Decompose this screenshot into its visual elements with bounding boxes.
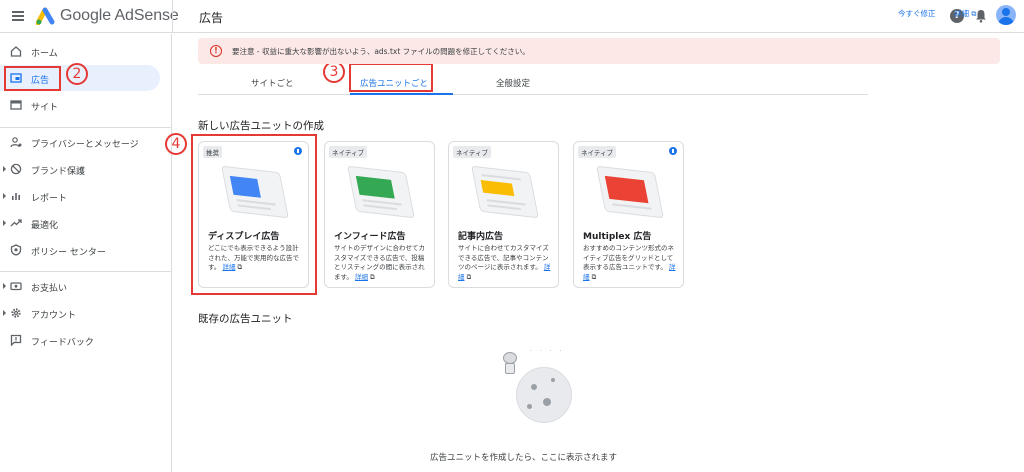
card-description: どこにでも表示できるよう設計された、万能で実用的な広告です。 詳細 ⧉ — [208, 244, 299, 271]
feedback-icon — [10, 334, 22, 346]
page-title: 広告 — [199, 11, 224, 25]
in-article-ad-illustration — [463, 164, 547, 222]
sidebar-item-feedback[interactable]: フィードバック — [0, 327, 160, 353]
sidebar-item-brand-safety[interactable]: ブランド保護 — [0, 156, 160, 182]
sidebar-item-label: ブランド保護 — [31, 167, 86, 177]
fix-now-link[interactable]: 今すぐ修正 — [898, 8, 936, 19]
account-avatar[interactable] — [996, 5, 1016, 25]
display-ad-card[interactable]: 推奨 ディスプレイ広告 どこにでも表示できるよう設計された、万能で実用的な広告で… — [198, 141, 309, 288]
sidebar-item-reports[interactable]: レポート — [0, 183, 160, 209]
expand-arrow-icon[interactable] — [3, 166, 6, 172]
learn-more-link[interactable]: 詳細 — [355, 273, 368, 281]
sidebar-item-privacy[interactable]: プライバシーとメッセージ — [0, 129, 160, 155]
card-tag: ネイティブ — [329, 146, 367, 158]
sidebar-item-label: ホーム — [31, 49, 58, 59]
card-title: ディスプレイ広告 — [208, 232, 280, 242]
sidebar-item-label: フィードバック — [31, 338, 94, 348]
trending-up-icon — [10, 219, 22, 227]
open-in-new-icon: ⧉ — [237, 263, 243, 271]
in-feed-ad-illustration — [339, 164, 423, 222]
display-ad-illustration — [213, 164, 297, 222]
card-tag: ネイティブ — [578, 146, 616, 158]
annotation-step-2: 2 — [66, 62, 88, 85]
tab-bar — [198, 69, 868, 95]
existing-ad-units-heading: 既存の広告ユニット — [198, 313, 293, 325]
annotation-step-4: 4 — [165, 132, 187, 155]
adsense-logo-icon[interactable] — [36, 7, 56, 25]
sidebar-item-label: レポート — [31, 194, 68, 204]
menu-icon[interactable] — [12, 11, 24, 21]
sidebar: ホーム 広告 サイト プライバシーとメッセージ ブランド保護 レポート 最適化 … — [0, 34, 172, 472]
annotation-highlight-ads — [4, 66, 61, 91]
sites-icon — [10, 100, 22, 110]
expand-arrow-icon[interactable] — [3, 193, 6, 199]
privacy-icon — [10, 137, 22, 148]
sidebar-item-label: お支払い — [31, 284, 68, 294]
active-tab-indicator — [350, 93, 453, 95]
card-title: 記事内広告 — [458, 232, 504, 242]
in-article-ad-card[interactable]: ネイティブ 記事内広告 サイトに合わせてカスタマイズできる広告で、記事やコンテン… — [448, 141, 559, 288]
sidebar-item-sites[interactable]: サイト — [0, 92, 160, 118]
sidebar-item-label: アカウント — [31, 311, 77, 321]
brand-name[interactable]: Google AdSense — [60, 7, 179, 25]
card-tag: ネイティブ — [453, 146, 491, 158]
open-in-new-icon: ⧉ — [466, 272, 472, 281]
in-feed-ad-card[interactable]: ネイティブ インフィード広告 サイトのデザインに合わせてカスタマイズできる広告で… — [324, 141, 435, 288]
nav-divider — [0, 127, 172, 128]
expand-arrow-icon[interactable] — [3, 283, 6, 289]
block-icon — [10, 163, 22, 175]
sidebar-item-label: サイト — [31, 103, 59, 113]
info-badge-icon — [669, 147, 677, 155]
empty-state-text: 広告ユニットを作成したら、ここに表示されます — [430, 453, 618, 463]
home-icon — [10, 46, 22, 57]
warning-detail-link[interactable]: 詳細 ⧉ — [954, 8, 976, 19]
header-divider — [172, 0, 173, 33]
card-description: サイトのデザインに合わせてカスタマイズできる広告で、投稿とリスティングの間に表示… — [334, 244, 425, 281]
sidebar-item-optimization[interactable]: 最適化 — [0, 210, 160, 236]
card-description: おすすめのコンテンツ形式のネイティブ広告をグリッドとして表示する広告ユニットです… — [583, 244, 676, 281]
sidebar-item-label: 最適化 — [31, 221, 59, 231]
top-app-bar: Google AdSense 広告 ? — [0, 0, 1024, 33]
tab-general-settings[interactable]: 全般設定 — [496, 77, 530, 89]
tab-by-ad-unit[interactable]: 広告ユニットごと — [360, 77, 428, 89]
error-icon: ! — [210, 45, 222, 57]
tab-by-site[interactable]: サイトごと — [251, 77, 294, 89]
expand-arrow-icon[interactable] — [3, 220, 6, 226]
shield-icon — [10, 244, 22, 256]
reports-icon — [12, 193, 20, 200]
astronaut-illustration — [502, 352, 518, 376]
multiplex-ad-card[interactable]: ネイティブ Multiplex 広告 おすすめのコンテンツ形式のネイティブ広告を… — [573, 141, 684, 288]
warning-text: 要注意 - 収益に重大な影響が出ないよう、ads.txt ファイルの問題を修正し… — [232, 47, 530, 56]
expand-arrow-icon[interactable] — [3, 310, 6, 316]
notifications-bell-icon[interactable] — [975, 9, 987, 23]
moon-illustration — [516, 367, 572, 423]
info-badge-icon — [294, 147, 302, 155]
card-description: サイトに合わせてカスタマイズできる広告で、記事やコンテンツのページに表示されます… — [458, 244, 551, 281]
stars-decoration: · · · · — [530, 348, 565, 355]
open-in-new-icon: ⧉ — [971, 10, 977, 18]
sidebar-item-account[interactable]: アカウント — [0, 300, 160, 326]
sidebar-item-home[interactable]: ホーム — [0, 38, 160, 64]
open-in-new-icon: ⧉ — [370, 272, 375, 281]
card-tag: 推奨 — [203, 146, 222, 158]
sidebar-item-label: ポリシー センター — [31, 248, 106, 258]
new-ad-unit-heading: 新しい広告ユニットの作成 — [198, 120, 324, 132]
sidebar-item-payments[interactable]: お支払い — [0, 273, 160, 299]
gear-icon — [11, 308, 21, 318]
ads-txt-warning-banner: ! 要注意 - 収益に重大な影響が出ないよう、ads.txt ファイルの問題を修… — [198, 38, 1000, 64]
learn-more-link[interactable]: 詳細 — [222, 263, 235, 271]
open-in-new-icon: ⧉ — [591, 272, 597, 281]
card-title: Multiplex 広告 — [583, 232, 652, 242]
multiplex-ad-illustration — [588, 164, 672, 222]
payments-icon — [10, 282, 22, 291]
card-title: インフィード広告 — [334, 232, 406, 242]
sidebar-item-policy-center[interactable]: ポリシー センター — [0, 237, 160, 263]
nav-divider — [0, 271, 172, 272]
sidebar-item-label: プライバシーとメッセージ — [31, 140, 139, 150]
